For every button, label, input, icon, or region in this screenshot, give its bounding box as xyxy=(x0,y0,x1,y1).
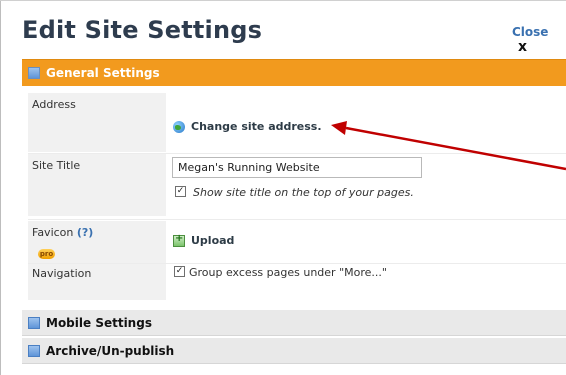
section-archive-unpublish[interactable]: Archive/Un-publish xyxy=(22,338,566,364)
section-icon xyxy=(28,67,40,79)
address-label: Address xyxy=(28,93,166,152)
show-title-checkbox-label[interactable]: Show site title on the top of your pages… xyxy=(193,186,414,199)
close-button[interactable]: Close x xyxy=(512,25,566,55)
favicon-label: Favicon xyxy=(32,226,74,239)
site-title-input[interactable]: Megan's Running Website xyxy=(172,157,422,178)
navigation-label: Navigation xyxy=(28,264,166,300)
upload-icon xyxy=(173,233,185,247)
change-site-address-text[interactable]: Change site address. xyxy=(191,120,322,133)
upload-label[interactable]: Upload xyxy=(191,234,234,247)
section-icon xyxy=(28,344,40,357)
top-divider xyxy=(0,0,566,1)
site-title-label: Site Title xyxy=(28,154,166,216)
show-title-checkbox[interactable]: ✓ xyxy=(175,186,186,197)
section-general-settings[interactable]: General Settings xyxy=(22,59,566,86)
section-title: Archive/Un-publish xyxy=(46,343,175,358)
close-icon[interactable]: x xyxy=(518,39,527,55)
section-title: Mobile Settings xyxy=(46,315,152,330)
change-site-address-link[interactable]: Change site address. xyxy=(173,120,322,133)
pro-badge: pro xyxy=(38,249,55,259)
row-divider xyxy=(28,219,566,220)
close-label[interactable]: Close xyxy=(512,25,548,39)
group-pages-checkbox[interactable]: ✓ xyxy=(174,266,185,277)
upload-favicon-button[interactable]: Upload xyxy=(173,233,234,247)
section-icon xyxy=(28,316,40,329)
favicon-help-link[interactable]: (?) xyxy=(77,226,93,239)
dialog-title: Edit Site Settings xyxy=(22,16,263,44)
globe-icon xyxy=(173,120,185,133)
section-mobile-settings[interactable]: Mobile Settings xyxy=(22,310,566,336)
section-title: General Settings xyxy=(46,66,160,80)
group-pages-checkbox-label[interactable]: Group excess pages under "More..." xyxy=(189,266,387,279)
